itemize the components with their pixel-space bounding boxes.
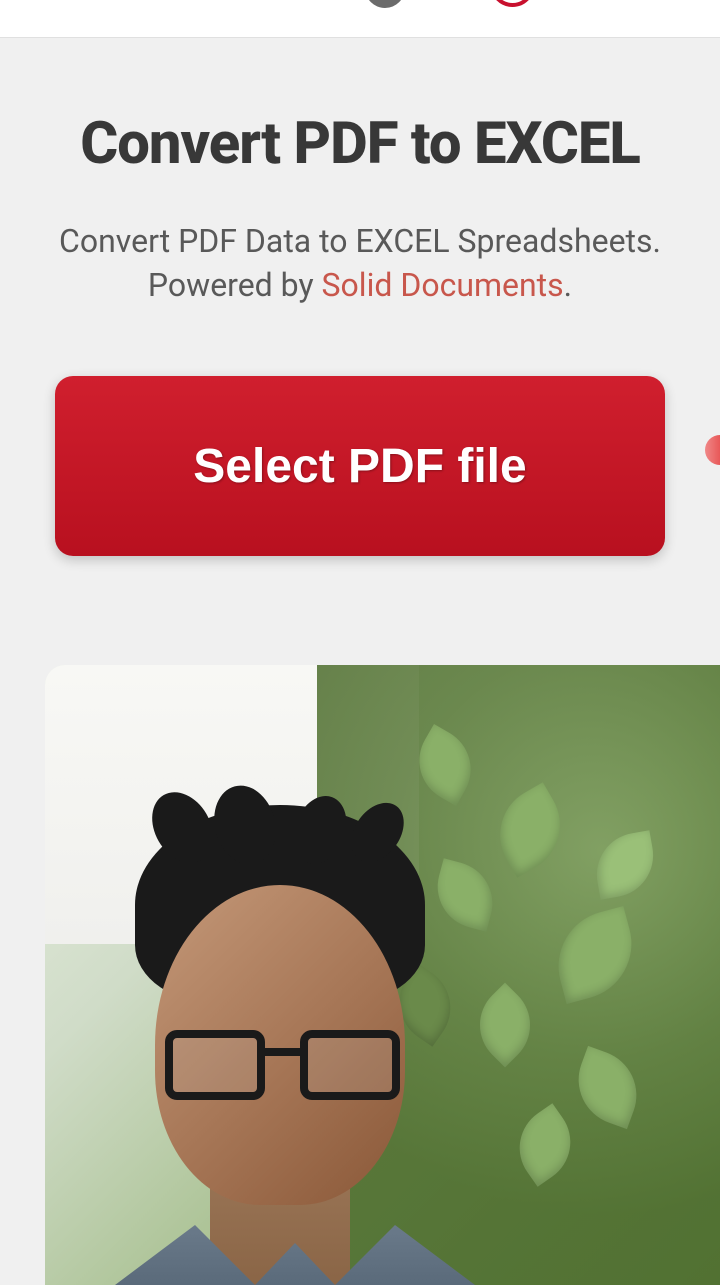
menu-icon[interactable] [365,0,405,8]
powered-suffix: . [564,266,572,304]
subtitle: Convert PDF Data to EXCEL Spreadsheets. [20,219,700,264]
main-content: Convert PDF to EXCEL Convert PDF Data to… [0,38,720,556]
top-bar [0,0,720,38]
video-background [45,665,720,1285]
page-title: Convert PDF to EXCEL [20,108,700,181]
account-icon[interactable] [490,0,535,7]
video-overlay[interactable] [45,665,720,1285]
powered-prefix: Powered by [148,266,322,304]
powered-by-text: Powered by Solid Documents. [20,263,700,308]
select-pdf-button[interactable]: Select PDF file [55,376,665,556]
solid-documents-link[interactable]: Solid Documents [322,266,564,304]
person-figure [95,785,475,1285]
